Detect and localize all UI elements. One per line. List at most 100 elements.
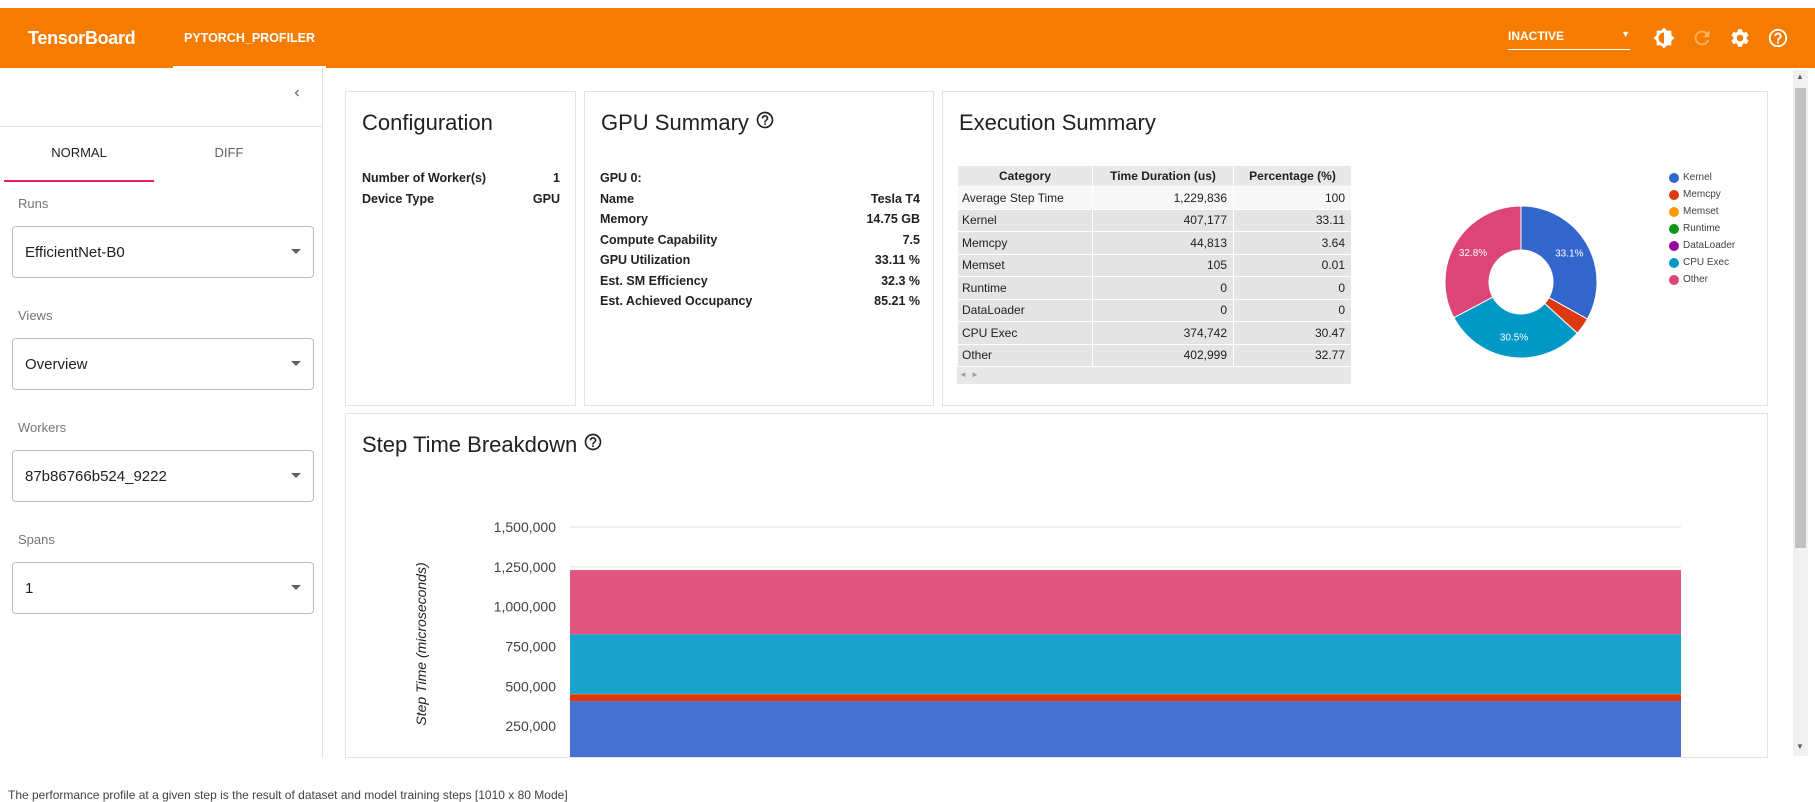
kv-key: Compute Capability	[600, 232, 718, 247]
kv-key: Est. SM Efficiency	[600, 273, 708, 288]
scroll-up-arrow-icon[interactable]: ▲	[1796, 72, 1804, 81]
top-app-bar: TensorBoard PYTORCH_PROFILER INACTIVE ▼	[0, 8, 1815, 68]
table-cell: 402,999	[1092, 343, 1234, 367]
execution-table: Category Time Duration (us) Percentage (…	[957, 165, 1352, 367]
table-row: Other 402,999 32.77	[957, 343, 1352, 367]
legend-swatch	[1669, 240, 1679, 251]
tab-normal[interactable]: NORMAL	[4, 128, 154, 182]
column-header[interactable]: Time Duration (us)	[1092, 165, 1234, 187]
table-row: DataLoader 0 0	[957, 298, 1352, 322]
kv-key: Name	[600, 191, 635, 206]
column-header[interactable]: Percentage (%)	[1233, 165, 1352, 187]
mode-tabs: NORMAL DIFF	[4, 128, 304, 182]
kv-value: 1	[553, 171, 560, 185]
table-cell: Kernel	[957, 208, 1093, 232]
runs-select-value: EfficientNet-B0	[25, 243, 125, 261]
area-band[interactable]	[570, 693, 1681, 695]
legend-item[interactable]: Kernel	[1669, 172, 1712, 183]
refresh-icon[interactable]	[1683, 19, 1721, 57]
gpu-summary-title: GPU Summary	[601, 110, 749, 135]
legend-item[interactable]: Runtime	[1669, 223, 1720, 234]
spans-select[interactable]: 1	[12, 562, 314, 614]
brightness-icon[interactable]	[1645, 19, 1683, 57]
views-select[interactable]: Overview	[12, 338, 314, 390]
table-cell: Runtime	[957, 276, 1093, 300]
scroll-down-arrow-icon[interactable]: ▼	[1796, 742, 1804, 751]
legend-swatch	[1669, 223, 1679, 234]
y-axis-label: Step Time (microseconds)	[413, 562, 429, 725]
kv-value: GPU	[532, 191, 560, 206]
views-select-value: Overview	[25, 355, 88, 373]
legend-item[interactable]: Memcpy	[1669, 189, 1721, 200]
table-row: CPU Exec 374,742 30.47	[957, 321, 1352, 345]
legend-label: Memcpy	[1683, 189, 1721, 200]
page-scrollbar[interactable]: ▲ ▼	[1793, 70, 1808, 756]
area-band[interactable]	[570, 570, 1681, 635]
legend-item[interactable]: CPU Exec	[1669, 257, 1729, 268]
table-cell: 1,229,836	[1092, 186, 1234, 210]
legend-label: Memset	[1683, 206, 1719, 217]
legend-swatch	[1669, 206, 1679, 217]
scrollbar-thumb[interactable]	[1795, 88, 1806, 548]
pie-slice[interactable]	[1520, 205, 1598, 320]
table-cell: DataLoader	[957, 298, 1093, 322]
execution-summary-card: Execution Summary Category Time Duration…	[942, 91, 1768, 406]
y-tick-label: 1,500,000	[494, 519, 556, 535]
table-horizontal-scrollbar[interactable]: ◄ ►	[957, 367, 1351, 384]
chevron-left-icon[interactable]	[286, 82, 308, 104]
table-cell: 0	[1092, 298, 1234, 322]
plugin-selector[interactable]: INACTIVE ▼	[1508, 26, 1630, 50]
caret-down-icon: ▼	[1621, 29, 1630, 39]
scroll-left-arrow-icon[interactable]: ◄	[959, 370, 967, 379]
table-cell: 44,813	[1092, 231, 1234, 255]
kv-key: Memory	[600, 212, 648, 226]
app-brand[interactable]: TensorBoard	[28, 28, 168, 49]
legend-label: Other	[1683, 274, 1709, 285]
spans-select-value: 1	[25, 579, 34, 597]
column-header[interactable]: Category	[957, 165, 1093, 187]
help-icon[interactable]	[1759, 19, 1797, 57]
table-row: Average Step Time 1,229,836 100	[957, 186, 1352, 210]
plugin-selector-value: INACTIVE	[1508, 29, 1565, 43]
legend-item[interactable]: DataLoader	[1669, 240, 1735, 251]
area-band[interactable]	[570, 701, 1681, 758]
area-band[interactable]	[570, 693, 1681, 702]
runs-select[interactable]: EfficientNet-B0	[12, 226, 314, 278]
table-row: Kernel 407,177 33.11	[957, 208, 1352, 232]
gear-icon[interactable]	[1721, 19, 1759, 57]
top-bar-actions: INACTIVE ▼	[1508, 19, 1797, 57]
y-tick-label: 1,250,000	[494, 559, 556, 575]
execution-pie-chart: 33.1% 30.5% 32.8%	[1444, 205, 1598, 359]
legend-swatch	[1669, 189, 1679, 200]
kv-row: Name Tesla T4	[600, 189, 920, 210]
area-band[interactable]	[570, 634, 1681, 694]
execution-table-wrapper: Category Time Duration (us) Percentage (…	[957, 165, 1352, 384]
table-cell: CPU Exec	[957, 321, 1093, 345]
kv-value: 32.3 %	[881, 273, 920, 288]
pie-slice-label: 30.5%	[1500, 333, 1528, 344]
y-tick-label: 750,000	[505, 639, 556, 655]
table-cell: 0.01	[1233, 253, 1352, 277]
help-icon[interactable]	[755, 110, 775, 136]
table-cell: 0	[1233, 298, 1352, 322]
kv-row: GPU 0:	[600, 168, 920, 189]
pie-slice-label: 33.1%	[1555, 249, 1583, 260]
legend-item[interactable]: Other	[1669, 274, 1708, 285]
dropdown-arrow-icon	[291, 249, 301, 254]
kv-row: Number of Worker(s) 1	[362, 168, 560, 189]
execution-summary-title: Execution Summary	[959, 110, 1156, 135]
workers-select[interactable]: 87b86766b524_9222	[12, 450, 314, 502]
gpu-summary-table: GPU 0: Name Tesla T4 Memory 14.75 GB Compute …	[600, 168, 920, 312]
kv-key: Number of Worker(s)	[362, 171, 487, 185]
step-time-area-chart: 1,500,000 1,250,000 1,000,000 750,000 500,00…	[413, 519, 1681, 758]
scroll-right-arrow-icon[interactable]: ►	[971, 370, 979, 379]
legend-item[interactable]: Memset	[1669, 206, 1719, 217]
views-label: Views	[18, 308, 53, 323]
table-cell: 374,742	[1092, 321, 1234, 345]
pie-slice-label: 32.8%	[1459, 248, 1487, 259]
tab-pytorch-profiler[interactable]: PYTORCH_PROFILER	[173, 8, 327, 68]
legend-label: DataLoader	[1683, 240, 1736, 251]
pie-slice[interactable]	[1444, 205, 1522, 319]
kv-row: Memory 14.75 GB	[600, 209, 920, 230]
tab-diff[interactable]: DIFF	[154, 128, 304, 182]
